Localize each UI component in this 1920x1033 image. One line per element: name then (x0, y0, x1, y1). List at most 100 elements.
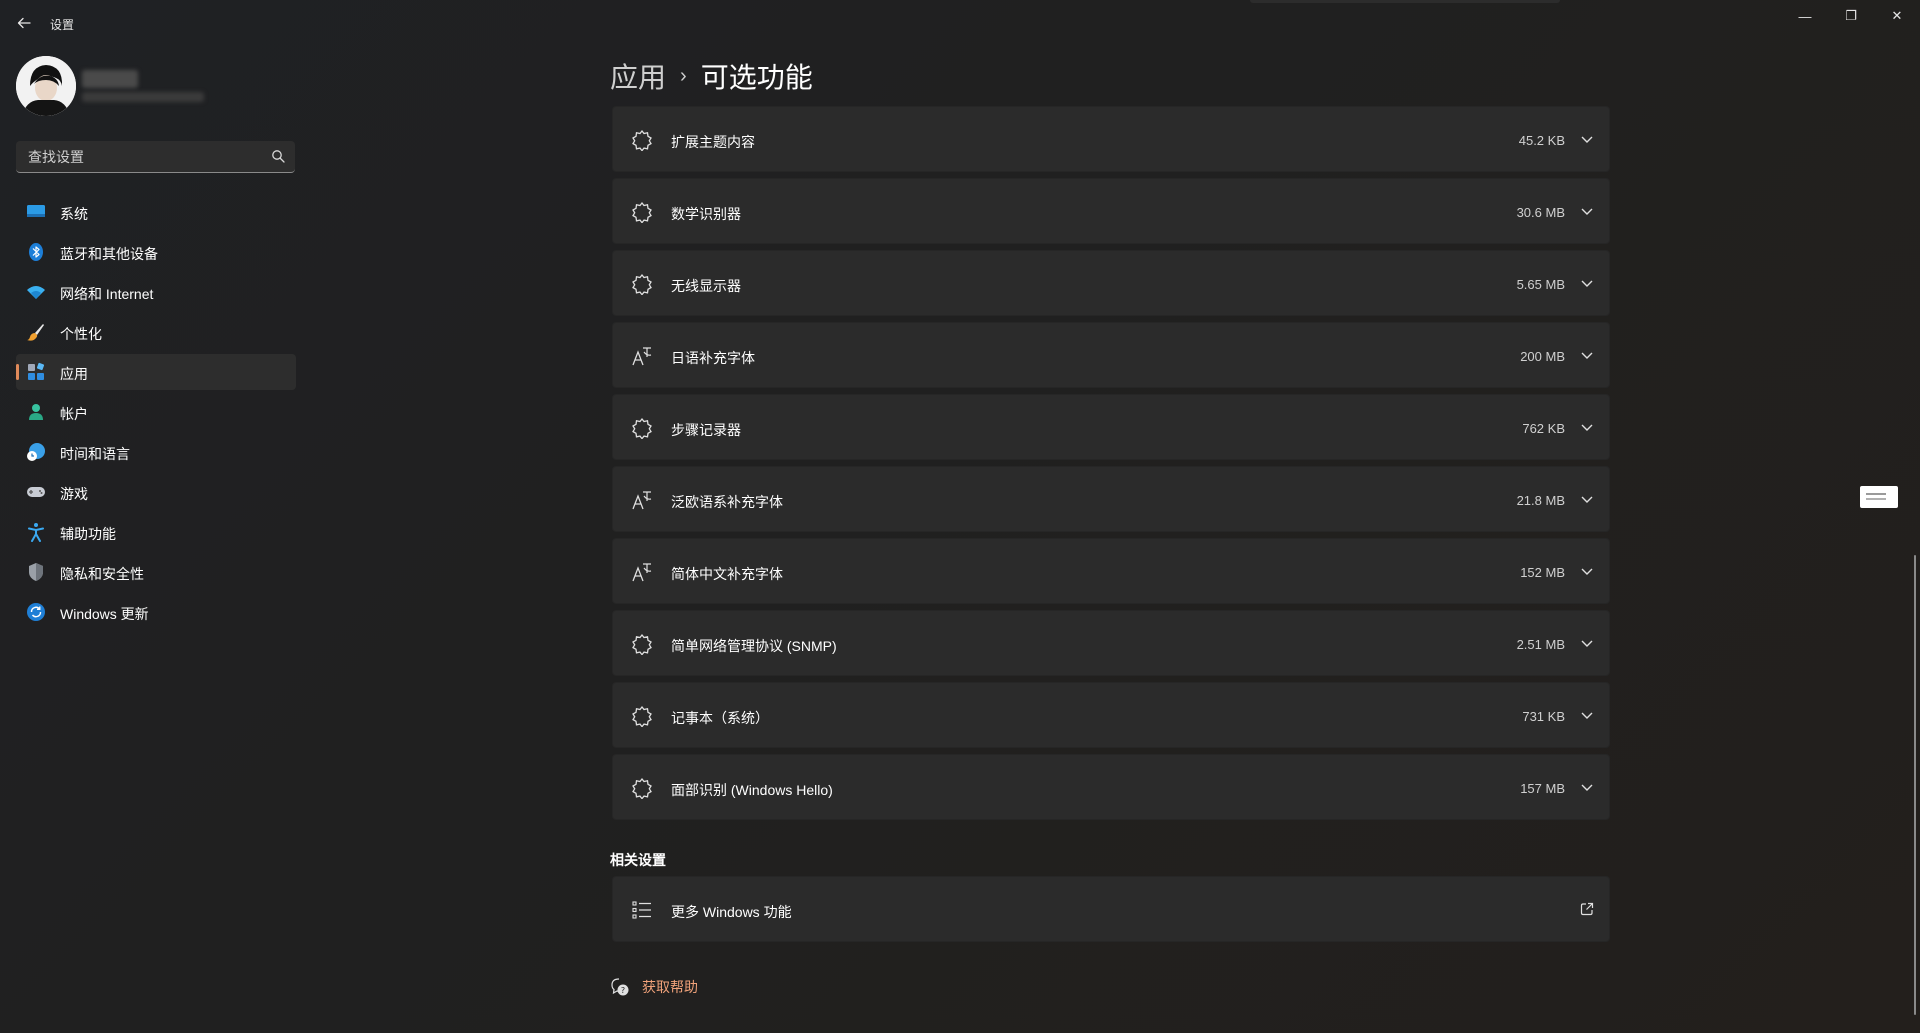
feature-size: 157 MB (1520, 781, 1565, 796)
sidebar-item-accounts[interactable]: 帐户 (16, 394, 296, 430)
puzzle-gear-icon (632, 705, 652, 727)
page-title: 可选功能 (700, 62, 813, 93)
breadcrumb-separator: › (680, 64, 687, 87)
globe-clock-icon (27, 443, 45, 461)
get-help-link[interactable]: 获取帮助 (642, 977, 698, 997)
search-box[interactable] (16, 141, 295, 173)
sidebar-item-bluetooth[interactable]: 蓝牙和其他设备 (16, 234, 296, 270)
more-windows-features-link[interactable]: 更多 Windows 功能 (612, 876, 1610, 942)
sidebar-item-label: 时间和语言 (60, 446, 130, 462)
feature-name: 日语补充字体 (671, 350, 755, 366)
feature-size: 30.6 MB (1516, 205, 1565, 220)
feature-name: 面部识别 (Windows Hello) (671, 782, 833, 798)
sidebar-item-label: 网络和 Internet (60, 286, 154, 302)
title-bar: 设置 — ❐ ✕ (0, 0, 1920, 48)
sidebar-item-windows-update[interactable]: Windows 更新 (16, 594, 296, 630)
sidebar-item-time-language[interactable]: 时间和语言 (16, 434, 296, 470)
sidebar-nav: 系统 蓝牙和其他设备 网络和 Internet 个性化 应用 帐户 时间和语言 … (16, 194, 296, 634)
chevron-down-icon[interactable] (1579, 707, 1595, 723)
feature-item[interactable]: 简体中文补充字体 152 MB (612, 538, 1610, 604)
chevron-down-icon[interactable] (1579, 347, 1595, 363)
sidebar-item-gaming[interactable]: 游戏 (16, 474, 296, 510)
puzzle-gear-icon (632, 129, 652, 151)
feature-size: 21.8 MB (1516, 493, 1565, 508)
brush-icon (27, 324, 44, 341)
chevron-down-icon[interactable] (1579, 491, 1595, 507)
feature-size: 5.65 MB (1516, 277, 1565, 292)
sidebar-item-label: 蓝牙和其他设备 (60, 246, 158, 262)
feature-item[interactable]: 步骤记录器 762 KB (612, 394, 1610, 460)
feature-item[interactable]: 扩展主题内容 45.2 KB (612, 106, 1610, 172)
sidebar-item-label: 个性化 (60, 326, 102, 342)
wifi-icon (27, 286, 45, 299)
chevron-down-icon[interactable] (1579, 131, 1595, 147)
arrow-left-icon (17, 17, 31, 29)
avatar[interactable] (16, 56, 76, 116)
feature-name: 记事本（系统） (671, 710, 769, 726)
sidebar-item-personalization[interactable]: 个性化 (16, 314, 296, 350)
sidebar-item-system[interactable]: 系统 (16, 194, 296, 230)
app-title: 设置 (50, 18, 75, 32)
chevron-down-icon[interactable] (1579, 203, 1595, 219)
chevron-down-icon[interactable] (1579, 275, 1595, 291)
scrollbar[interactable] (1914, 555, 1916, 1015)
help-chat-icon: ? (611, 978, 629, 996)
feature-name: 扩展主题内容 (671, 134, 755, 150)
feature-size: 45.2 KB (1518, 133, 1565, 148)
settings-window: 设置 — ❐ ✕ 系统 (0, 0, 1920, 1033)
chevron-down-icon[interactable] (1579, 635, 1595, 651)
sidebar-item-label: 系统 (60, 206, 88, 222)
feature-name: 数学识别器 (671, 206, 741, 222)
sidebar-item-label: 辅助功能 (60, 526, 116, 542)
feature-size: 200 MB (1520, 349, 1565, 364)
feature-name: 步骤记录器 (671, 422, 741, 438)
sidebar-item-label: 游戏 (60, 486, 88, 502)
sidebar-item-apps[interactable]: 应用 (16, 354, 296, 390)
sidebar-item-accessibility[interactable]: 辅助功能 (16, 514, 296, 550)
feature-name: 泛欧语系补充字体 (671, 494, 783, 510)
feature-item[interactable]: 日语补充字体 200 MB (612, 322, 1610, 388)
update-icon (27, 603, 45, 621)
back-button[interactable] (12, 10, 36, 36)
user-photo-icon (16, 56, 76, 116)
chevron-down-icon[interactable] (1579, 779, 1595, 795)
bluetooth-icon (29, 243, 43, 261)
feature-size: 2.51 MB (1516, 637, 1565, 652)
puzzle-gear-icon (632, 201, 652, 223)
feature-name: 无线显示器 (671, 278, 741, 294)
feature-item[interactable]: 简单网络管理协议 (SNMP) 2.51 MB (612, 610, 1610, 676)
feature-item[interactable]: 数学识别器 30.6 MB (612, 178, 1610, 244)
feature-name: 简单网络管理协议 (SNMP) (671, 638, 837, 654)
related-item-label: 更多 Windows 功能 (671, 904, 792, 920)
font-icon (632, 563, 652, 582)
breadcrumb-parent[interactable]: 应用 (610, 56, 666, 96)
chevron-down-icon[interactable] (1579, 419, 1595, 435)
close-button[interactable]: ✕ (1874, 0, 1920, 32)
puzzle-gear-icon (632, 777, 652, 799)
sidebar-item-network[interactable]: 网络和 Internet (16, 274, 296, 310)
user-email-redacted (82, 92, 204, 102)
list-icon (632, 901, 651, 919)
feature-item[interactable]: 记事本（系统） 731 KB (612, 682, 1610, 748)
search-icon[interactable] (271, 149, 285, 163)
sidebar-item-label: Windows 更新 (60, 606, 149, 622)
breadcrumb: 应用 › 可选功能 (610, 56, 813, 96)
feature-item[interactable]: 面部识别 (Windows Hello) 157 MB (612, 754, 1610, 820)
account-icon (29, 404, 43, 420)
feature-size: 762 KB (1522, 421, 1565, 436)
accessibility-icon (28, 523, 44, 542)
font-icon (632, 491, 652, 510)
feature-item[interactable]: 泛欧语系补充字体 21.8 MB (612, 466, 1610, 532)
minimize-button[interactable]: — (1782, 0, 1828, 32)
chevron-down-icon[interactable] (1579, 563, 1595, 579)
feature-size: 731 KB (1522, 709, 1565, 724)
svg-text:?: ? (621, 986, 625, 995)
top-decoration (1250, 0, 1560, 3)
sidebar-item-privacy[interactable]: 隐私和安全性 (16, 554, 296, 590)
optional-features-list: 扩展主题内容 45.2 KB 数学识别器 30.6 MB 无线显示器 5.65 … (612, 106, 1610, 826)
feature-item[interactable]: 无线显示器 5.65 MB (612, 250, 1610, 316)
floating-thumbnail[interactable] (1860, 486, 1898, 508)
maximize-button[interactable]: ❐ (1828, 0, 1874, 32)
puzzle-gear-icon (632, 633, 652, 655)
search-input[interactable] (26, 141, 260, 173)
